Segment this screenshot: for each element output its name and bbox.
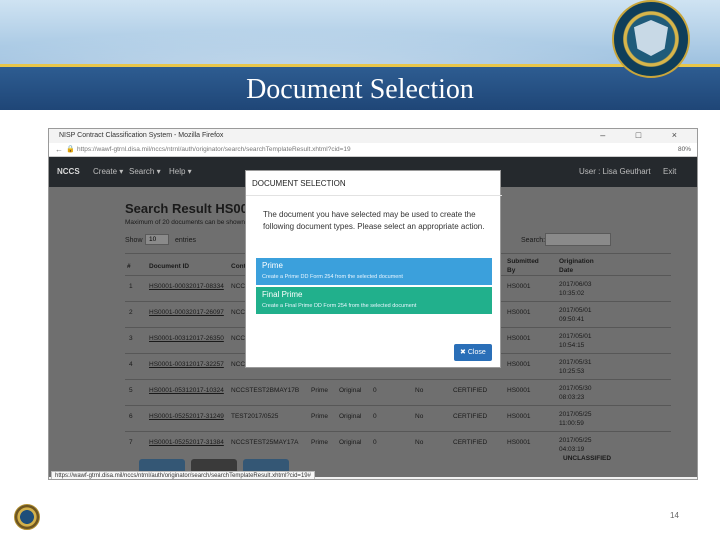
row-status: CERTIFIED xyxy=(453,413,488,420)
row-submitted-by: HS0001 xyxy=(507,413,531,420)
row-date: 2017/05/01 09:50:41 xyxy=(559,307,592,323)
close-button[interactable]: ✖ Close xyxy=(454,344,492,361)
nav-create[interactable]: Create ▾ xyxy=(93,167,123,176)
entries-label: entries xyxy=(175,237,197,244)
url-bar[interactable]: ← 🔒 https://wawf-gtrnl.disa.mil/nccs/ntr… xyxy=(49,143,697,157)
col-header-submitted-by[interactable]: Submitted By xyxy=(507,257,541,275)
row-submitted-by: HS0001 xyxy=(507,439,531,446)
row-number: 7 xyxy=(129,439,133,446)
row-flag: No xyxy=(415,439,424,446)
row-count: 0 xyxy=(373,413,377,420)
row-origin: Original xyxy=(339,387,362,394)
url-text[interactable]: https://wawf-gtrnl.disa.mil/nccs/ntrnl/a… xyxy=(77,146,351,153)
row-flag: No xyxy=(415,413,424,420)
modal-message: The document you have selected may be us… xyxy=(263,210,485,231)
row-date: 2017/05/30 08:03:23 xyxy=(559,385,592,401)
row-type: Prime xyxy=(311,413,328,420)
option-prime-title: Prime xyxy=(262,261,283,270)
row-number: 2 xyxy=(129,309,133,316)
row-number: 6 xyxy=(129,413,133,420)
row-contract: TEST2017/0525 xyxy=(231,413,279,420)
row-count: 0 xyxy=(373,387,377,394)
row-origin: Original xyxy=(339,439,362,446)
nav-brand[interactable]: NCCS xyxy=(57,167,80,176)
row-divider xyxy=(125,379,671,380)
option-final-prime[interactable]: Final Prime Create a Final Prime DD Form… xyxy=(256,287,492,314)
row-count: 0 xyxy=(373,439,377,446)
option-final-prime-desc: Create a Final Prime DD Form 254 from th… xyxy=(262,303,417,309)
option-final-prime-title: Final Prime xyxy=(262,290,303,299)
col-header-origination-date[interactable]: Origination Date xyxy=(559,257,599,275)
row-document-link[interactable]: HS0001-05312017-10324 xyxy=(149,387,224,394)
nav-search[interactable]: Search ▾ xyxy=(129,167,161,176)
row-document-link[interactable]: HS0001-00032017-08334 xyxy=(149,283,224,290)
row-date: 2017/06/03 10:35:02 xyxy=(559,281,592,297)
agency-seal-icon xyxy=(612,0,690,78)
search-input[interactable] xyxy=(545,233,611,246)
row-document-link[interactable]: HS0001-00312017-26350 xyxy=(149,335,224,342)
status-bar-url: https://wawf-gtrnl.disa.mil/nccs/ntrnl/a… xyxy=(51,471,315,479)
show-label: Show xyxy=(125,237,143,244)
row-status: CERTIFIED xyxy=(453,439,488,446)
back-arrow-icon[interactable]: ← xyxy=(55,145,63,154)
page-subtext: Maximum of 20 documents can be shown xyxy=(125,219,245,226)
lock-icon: 🔒 xyxy=(66,146,75,153)
footer-logo-icon xyxy=(14,504,40,530)
modal-divider xyxy=(246,195,502,196)
col-header-num[interactable]: # xyxy=(127,263,131,270)
row-document-link[interactable]: HS0001-00312017-32257 xyxy=(149,361,224,368)
row-submitted-by: HS0001 xyxy=(507,335,531,342)
row-number: 4 xyxy=(129,361,133,368)
classification-banner: UNCLASSIFIED xyxy=(563,455,612,462)
row-submitted-by: HS0001 xyxy=(507,283,531,290)
window-controls[interactable]: – □ × xyxy=(600,130,691,140)
row-submitted-by: HS0001 xyxy=(507,387,531,394)
slide: Document Selection NISP Contract Classif… xyxy=(0,0,720,540)
nav-user[interactable]: User : Lisa Geuthart xyxy=(579,167,651,176)
close-icon: ✖ xyxy=(460,349,466,356)
option-prime[interactable]: Prime Create a Prime DD Form 254 from th… xyxy=(256,258,492,285)
row-divider xyxy=(125,431,671,432)
row-status: CERTIFIED xyxy=(453,387,488,394)
seal-shield-icon xyxy=(634,20,668,56)
row-document-link[interactable]: HS0001-00032017-26097 xyxy=(149,309,224,316)
row-date: 2017/05/25 11:00:59 xyxy=(559,411,592,427)
row-submitted-by: HS0001 xyxy=(507,361,531,368)
row-number: 3 xyxy=(129,335,133,342)
search-label: Search: xyxy=(521,237,546,244)
row-contract: NCCSTEST25MAY17A xyxy=(231,439,299,446)
show-value: 10 xyxy=(149,236,157,243)
page-number: 14 xyxy=(670,511,679,520)
slide-title: Document Selection xyxy=(246,74,474,105)
header-gold-line xyxy=(0,64,720,67)
row-type: Prime xyxy=(311,387,328,394)
header-band: Document Selection xyxy=(0,0,720,110)
row-contract: NCCSTEST2BMAY17B xyxy=(231,387,300,394)
row-number: 5 xyxy=(129,387,133,394)
nav-help[interactable]: Help ▾ xyxy=(169,167,192,176)
option-prime-desc: Create a Prime DD Form 254 from the sele… xyxy=(262,274,403,280)
row-divider xyxy=(125,405,671,406)
row-date: 2017/05/25 04:03:19 xyxy=(559,437,592,453)
row-date: 2017/05/31 10:25:53 xyxy=(559,359,592,375)
row-number: 1 xyxy=(129,283,133,290)
nav-exit[interactable]: Exit xyxy=(663,167,676,176)
col-header-document-id[interactable]: Document ID xyxy=(149,263,189,270)
row-flag: No xyxy=(415,387,424,394)
row-document-link[interactable]: HS0001-05252017-31384 xyxy=(149,439,224,446)
row-type: Prime xyxy=(311,439,328,446)
row-date: 2017/05/01 10:54:15 xyxy=(559,333,592,349)
row-document-link[interactable]: HS0001-05252017-31249 xyxy=(149,413,224,420)
modal-title: DOCUMENT SELECTION xyxy=(252,179,346,188)
row-submitted-by: HS0001 xyxy=(507,309,531,316)
document-selection-modal: DOCUMENT SELECTION The document you have… xyxy=(245,170,502,368)
show-select[interactable]: 10 xyxy=(145,234,169,245)
close-label: Close xyxy=(467,349,486,356)
zoom-level[interactable]: 80% xyxy=(678,146,691,153)
row-origin: Original xyxy=(339,413,362,420)
